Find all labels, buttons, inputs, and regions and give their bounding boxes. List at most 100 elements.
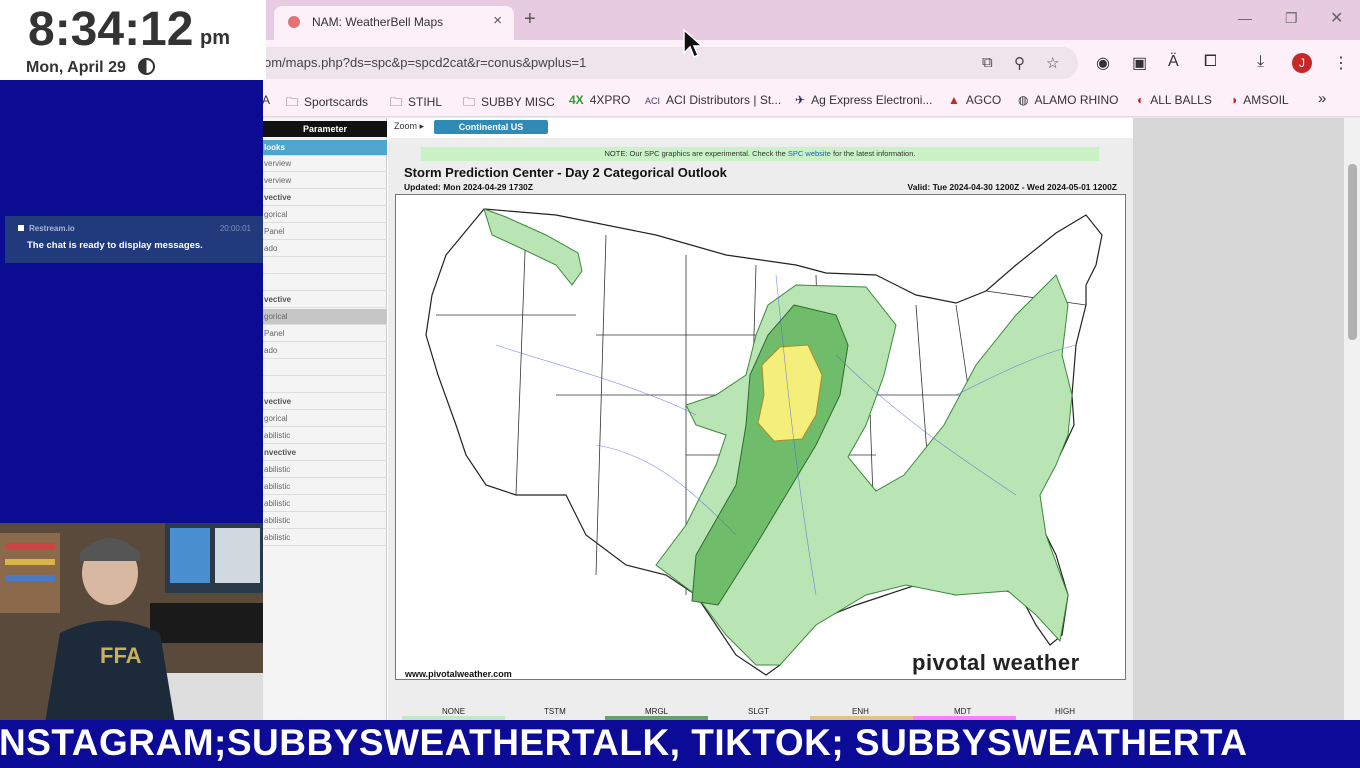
moon-phase-icon	[138, 58, 155, 75]
bookmark-star-icon[interactable]: ☆	[1046, 54, 1059, 72]
parameter-item[interactable]: Panel	[263, 224, 387, 240]
close-window-icon[interactable]: ✕	[1330, 8, 1343, 28]
page-right-margin	[1133, 118, 1344, 720]
profile-avatar[interactable]: J	[1292, 53, 1312, 73]
parameter-item[interactable]: abilistic	[263, 462, 387, 478]
stream-side-panel: Restream.io 20:00:01 The chat is ready t…	[0, 80, 263, 523]
parameter-item[interactable]: verview	[263, 156, 387, 172]
parameter-item[interactable]	[263, 377, 387, 393]
bookmark-item[interactable]: ◍ ALAMO RHINO	[1018, 93, 1119, 107]
parameter-item[interactable]: gorical	[263, 309, 387, 325]
chat-time: 20:00:01	[219, 224, 251, 233]
new-tab-button[interactable]: +	[524, 8, 536, 31]
legend-label: MRGL	[645, 707, 669, 716]
clock-ampm: pm	[200, 27, 230, 49]
bookmark-item[interactable]: 4X 4XPRO	[569, 93, 630, 107]
updated-time: Updated: Mon 2024-04-29 1730Z	[404, 182, 533, 192]
url-text[interactable]: om/maps.php?ds=spc&p=spcd2cat&r=conus&pw…	[264, 55, 586, 70]
parameter-item[interactable]: abilistic	[263, 513, 387, 529]
legend-label: HIGH	[1055, 707, 1075, 716]
clock-overlay: 8:34:12 pm Mon, April 29	[0, 0, 266, 80]
parameter-item[interactable]: vective	[263, 394, 387, 410]
parameter-item[interactable]: abilistic	[263, 428, 387, 444]
outlook-map[interactable]: www.pivotalweather.com pivotal weather	[395, 194, 1126, 680]
minimize-icon[interactable]: —	[1238, 10, 1252, 26]
bookmark-item[interactable]: ▲ AGCO	[948, 93, 1001, 107]
screen: NAM: WeatherBell Maps × + — ❐ ✕ om/maps.…	[0, 0, 1360, 768]
zoom-label: Zoom ▸	[394, 121, 425, 131]
notice-banner: NOTE: Our SPC graphics are experimental.…	[421, 147, 1099, 161]
category-legend: NONE TSTM MRGL SLGT ENH MDT HIGH	[388, 706, 1133, 720]
parameter-item[interactable]: ado	[263, 343, 387, 359]
close-tab-icon[interactable]: ×	[493, 12, 502, 29]
parameter-item[interactable]: looks	[263, 140, 387, 156]
parameter-item[interactable]: gorical	[263, 411, 387, 427]
parameter-item[interactable]: abilistic	[263, 496, 387, 512]
parameter-item[interactable]	[263, 258, 387, 274]
parameter-item[interactable]: verview	[263, 173, 387, 189]
parameter-item[interactable]	[263, 275, 387, 291]
web-page: Parameter looks verview verview vective gori…	[263, 118, 1360, 720]
zoom-icon[interactable]: ⚲	[1014, 54, 1025, 72]
us-map-svg	[425, 208, 1103, 676]
aci-icon: ACI	[645, 96, 661, 106]
restream-icon	[18, 225, 24, 231]
parameter-item[interactable]: ado	[263, 241, 387, 257]
map-panel: NOTE: Our SPC graphics are experimental.…	[388, 138, 1133, 720]
chat-overlay: Restream.io 20:00:01 The chat is ready t…	[5, 216, 263, 263]
folder-icon: 🗀	[390, 95, 403, 109]
ag-express-icon: ✈	[795, 93, 806, 107]
bookmark-item[interactable]: 🗀 STIHL	[390, 93, 442, 114]
legend-label: ENH	[852, 707, 869, 716]
open-in-app-icon[interactable]: ⧉	[982, 54, 993, 71]
extension-shield-icon[interactable]: ◉	[1096, 53, 1110, 73]
extension-2d-icon[interactable]: ▣	[1132, 53, 1147, 73]
4x-icon: 4X	[569, 93, 584, 107]
webcam-image: FFA	[0, 523, 263, 720]
pivotal-weather-logo: pivotal weather	[912, 650, 1080, 675]
bookmark-item[interactable]: ◐ ALL BALLS	[1137, 93, 1212, 107]
parameter-item[interactable]	[263, 360, 387, 376]
spc-website-link[interactable]: SPC website	[788, 149, 831, 158]
chat-message: The chat is ready to display messages.	[27, 240, 203, 251]
parameter-header: Parameter	[263, 121, 387, 137]
webcam-feed: FFA	[0, 523, 263, 720]
bookmark-partial-icon[interactable]: A	[262, 93, 270, 107]
parameter-item[interactable]: abilistic	[263, 479, 387, 495]
scrolling-ticker: NSTAGRAM;SUBBYSWEATHERTALK, TIKTOK; SUBB…	[0, 720, 1360, 768]
folder-icon: 🗀	[463, 95, 476, 109]
legend-label: NONE	[442, 707, 466, 716]
weatherbell-favicon-icon	[288, 16, 300, 28]
clock-time: 8:34:12	[28, 3, 194, 56]
bookmark-item[interactable]: ✈ Ag Express Electroni...	[795, 93, 932, 107]
legend-label: TSTM	[544, 707, 566, 716]
svg-text:FFA: FFA	[100, 643, 142, 668]
parameter-item[interactable]: nvective	[263, 445, 387, 461]
all-balls-icon: ◐	[1137, 93, 1145, 107]
legend-label: MDT	[954, 707, 972, 716]
parameter-item[interactable]: vective	[263, 292, 387, 308]
parameter-item[interactable]: Panel	[263, 326, 387, 342]
mouse-cursor-icon	[683, 29, 704, 59]
bookmark-item[interactable]: 🗀 SUBBY MISC	[463, 93, 555, 114]
parameter-item[interactable]: gorical	[263, 207, 387, 223]
bookmark-item[interactable]: ◑ AMSOIL	[1230, 93, 1289, 107]
parameter-item[interactable]: vective	[263, 190, 387, 206]
parameter-item[interactable]: abilistic	[263, 530, 387, 546]
parameter-sidebar: Parameter looks verview verview vective gori…	[263, 118, 387, 720]
scrollbar-thumb[interactable]	[1348, 164, 1357, 340]
tab-title: NAM: WeatherBell Maps	[312, 15, 444, 29]
globe-icon: ◍	[1018, 93, 1029, 107]
bookmark-item[interactable]: ACI ACI Distributors | St...	[645, 93, 781, 107]
extension-translate-icon[interactable]: Ä	[1168, 53, 1179, 71]
bookmark-item[interactable]: 🗀 Sportscards	[286, 93, 368, 114]
extensions-puzzle-icon[interactable]: ⧠	[1204, 53, 1217, 71]
zoom-region-button[interactable]: Continental US	[434, 120, 548, 134]
page-scrollbar[interactable]	[1344, 118, 1360, 720]
folder-icon: 🗀	[286, 95, 299, 109]
more-bookmarks-icon[interactable]: »	[1318, 90, 1326, 107]
browser-tab[interactable]: NAM: WeatherBell Maps ×	[274, 6, 514, 40]
menu-kebab-icon[interactable]: ⋮	[1333, 53, 1349, 73]
restore-icon[interactable]: ❐	[1285, 10, 1298, 27]
download-icon[interactable]: ⤓	[1257, 53, 1264, 71]
